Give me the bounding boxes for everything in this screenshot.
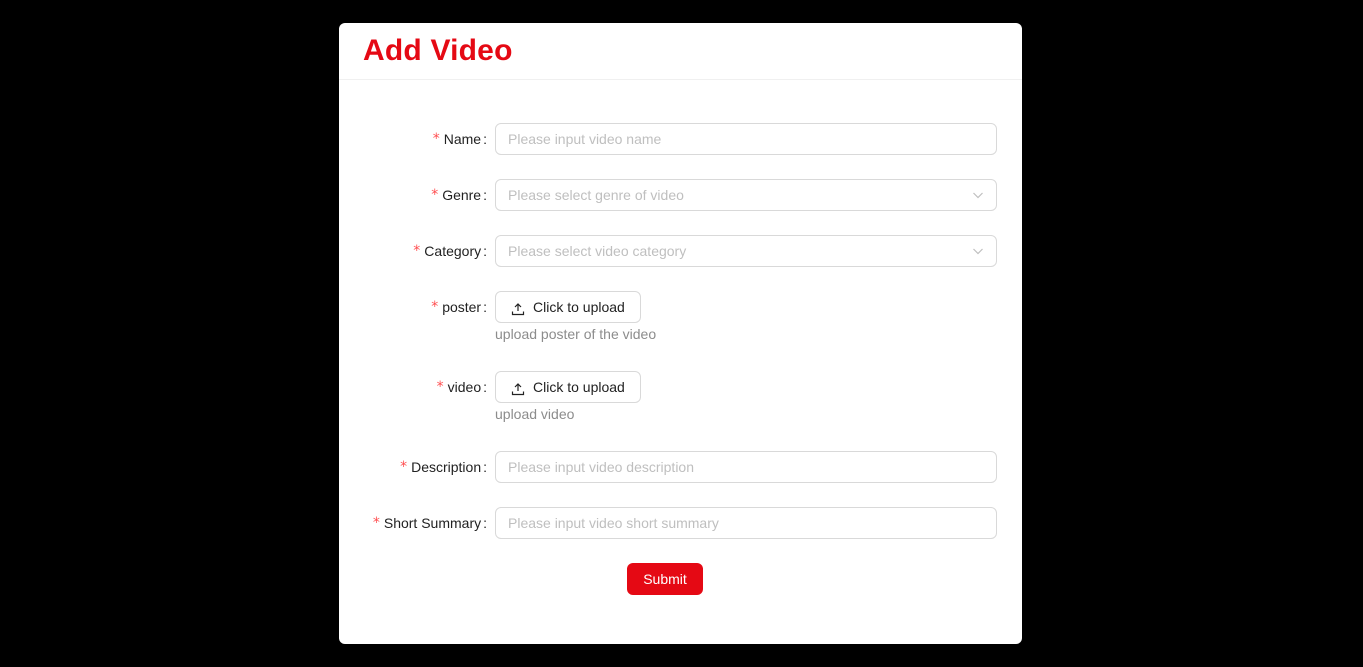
form-row-poster: * poster : Click to upload upload poster…: [339, 291, 1022, 342]
card-header: Add Video: [339, 23, 1022, 80]
video-upload-button[interactable]: Click to upload: [495, 371, 641, 403]
description-label-text: Description: [411, 459, 482, 475]
required-mark: *: [431, 187, 439, 203]
short-summary-input-placeholder: Please input video short summary: [508, 515, 719, 531]
category-select-placeholder: Please select video category: [508, 243, 687, 259]
poster-label-text: poster: [442, 299, 482, 315]
chevron-down-icon: [973, 248, 983, 255]
form-row-short-summary: * Short Summary : Please input video sho…: [339, 507, 1022, 539]
label-colon: :: [483, 187, 487, 203]
form-row-name: * Name : Please input video name: [339, 123, 1022, 155]
required-mark: *: [431, 299, 439, 315]
form-row-video: * video : Click to upload upload video: [339, 371, 1022, 422]
description-label: * Description :: [400, 451, 487, 483]
label-colon: :: [483, 299, 487, 315]
upload-icon: [511, 382, 525, 395]
category-select[interactable]: Please select video category: [495, 235, 997, 267]
name-input-placeholder: Please input video name: [508, 131, 662, 147]
poster-hint: upload poster of the video: [495, 326, 657, 342]
required-mark: *: [400, 459, 408, 475]
label-colon: :: [483, 379, 487, 395]
page-title: Add Video: [363, 34, 513, 67]
poster-upload-label: Click to upload: [533, 299, 625, 315]
video-hint: upload video: [495, 406, 575, 422]
required-mark: *: [432, 131, 440, 147]
short-summary-input[interactable]: Please input video short summary: [495, 507, 997, 539]
name-input[interactable]: Please input video name: [495, 123, 997, 155]
short-summary-label: * Short Summary :: [373, 507, 487, 539]
label-colon: :: [483, 459, 487, 475]
poster-upload-button[interactable]: Click to upload: [495, 291, 641, 323]
genre-label-text: Genre: [442, 187, 482, 203]
upload-icon: [511, 302, 525, 315]
chevron-down-icon: [973, 192, 983, 199]
form-row-description: * Description : Please input video descr…: [339, 451, 1022, 483]
name-label: * Name :: [433, 123, 487, 155]
add-video-card: Add Video * Name : Please input video na…: [339, 23, 1022, 644]
description-input-placeholder: Please input video description: [508, 459, 695, 475]
name-label-text: Name: [443, 131, 482, 147]
label-colon: :: [483, 243, 487, 259]
category-label: * Category :: [413, 235, 487, 267]
category-label-text: Category: [424, 243, 482, 259]
video-label: * video :: [437, 371, 487, 403]
video-label-text: video: [447, 379, 482, 395]
required-mark: *: [372, 515, 380, 531]
required-mark: *: [436, 379, 444, 395]
form-row-genre: * Genre : Please select genre of video: [339, 179, 1022, 211]
description-input[interactable]: Please input video description: [495, 451, 997, 483]
poster-label: * poster :: [431, 291, 487, 323]
label-colon: :: [483, 515, 487, 531]
genre-select-placeholder: Please select genre of video: [508, 187, 684, 203]
genre-label: * Genre :: [431, 179, 487, 211]
video-upload-label: Click to upload: [533, 379, 625, 395]
genre-select[interactable]: Please select genre of video: [495, 179, 997, 211]
required-mark: *: [413, 243, 421, 259]
label-colon: :: [483, 131, 487, 147]
submit-button[interactable]: Submit: [627, 563, 703, 595]
form-row-category: * Category : Please select video categor…: [339, 235, 1022, 267]
short-summary-label-text: Short Summary: [383, 515, 482, 531]
